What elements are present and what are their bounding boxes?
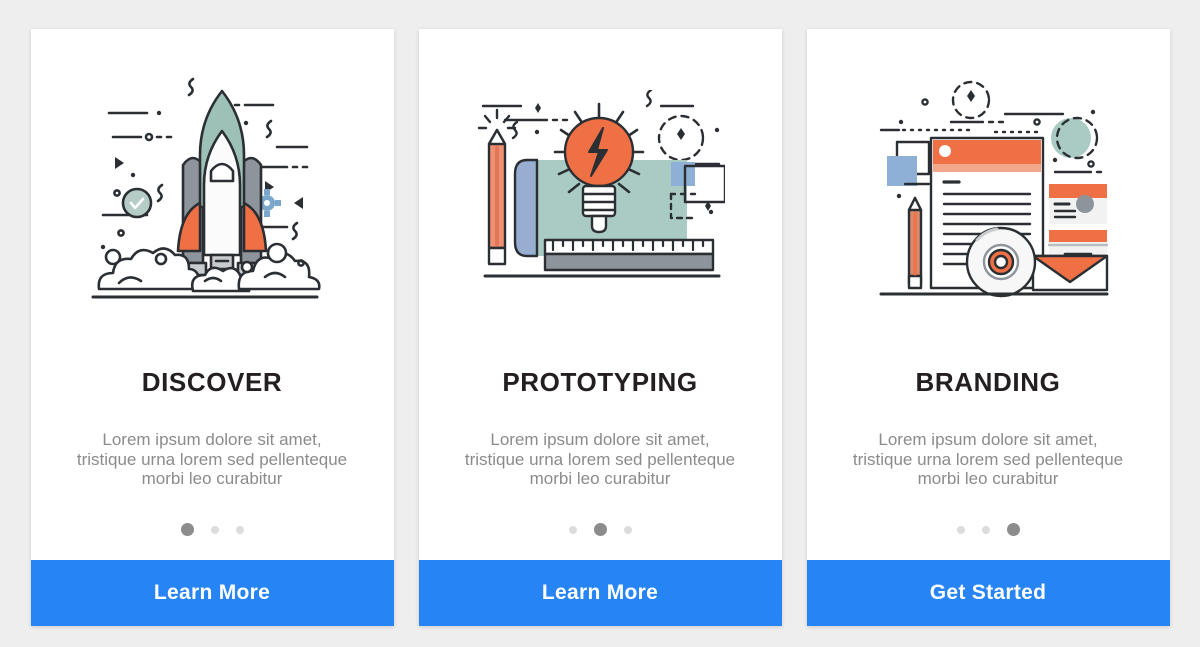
- lightbulb-blueprint-icon: [477, 90, 725, 278]
- pagination-dot-1[interactable]: [568, 525, 577, 534]
- pagination-dot-1[interactable]: [956, 525, 965, 534]
- document-branding-icon: [879, 80, 1109, 298]
- learn-more-button[interactable]: Learn More: [30, 560, 394, 626]
- pagination-dots[interactable]: [419, 523, 782, 536]
- pagination-dot-2[interactable]: [593, 523, 607, 536]
- learn-more-button[interactable]: Learn More: [418, 560, 782, 626]
- rocket-launch-icon: [91, 77, 321, 299]
- illustration-container: [807, 29, 1170, 351]
- pagination-dot-2[interactable]: [981, 525, 990, 534]
- onboarding-card-prototyping[interactable]: PROTOTYPING Lorem ipsum dolore sit amet,…: [418, 29, 782, 626]
- pagination-dots[interactable]: [31, 523, 394, 536]
- card-description: Lorem ipsum dolore sit amet, tristique u…: [464, 430, 736, 488]
- onboarding-card-branding[interactable]: BRANDING Lorem ipsum dolore sit amet, tr…: [806, 29, 1170, 626]
- onboarding-card-discover[interactable]: DISCOVER Lorem ipsum dolore sit amet, tr…: [30, 29, 394, 626]
- pagination-dot-3[interactable]: [235, 525, 244, 534]
- pencil-icon: [907, 196, 923, 290]
- card-title: DISCOVER: [141, 367, 283, 397]
- onboarding-cards-board: DISCOVER Lorem ipsum dolore sit amet, tr…: [0, 0, 1200, 647]
- card-title: BRANDING: [915, 367, 1061, 397]
- pagination-dot-1[interactable]: [180, 523, 194, 536]
- illustration-container: [31, 29, 394, 351]
- card-description: Lorem ipsum dolore sit amet, tristique u…: [852, 430, 1124, 488]
- pencil-icon: [477, 108, 517, 266]
- get-started-button[interactable]: Get Started: [806, 560, 1170, 626]
- pagination-dot-2[interactable]: [210, 525, 219, 534]
- card-description: Lorem ipsum dolore sit amet, tristique u…: [76, 430, 348, 488]
- pagination-dots[interactable]: [807, 523, 1170, 536]
- pagination-dot-3[interactable]: [1006, 523, 1020, 536]
- illustration-container: [419, 29, 782, 351]
- card-title: PROTOTYPING: [502, 367, 698, 397]
- pagination-dot-3[interactable]: [623, 525, 632, 534]
